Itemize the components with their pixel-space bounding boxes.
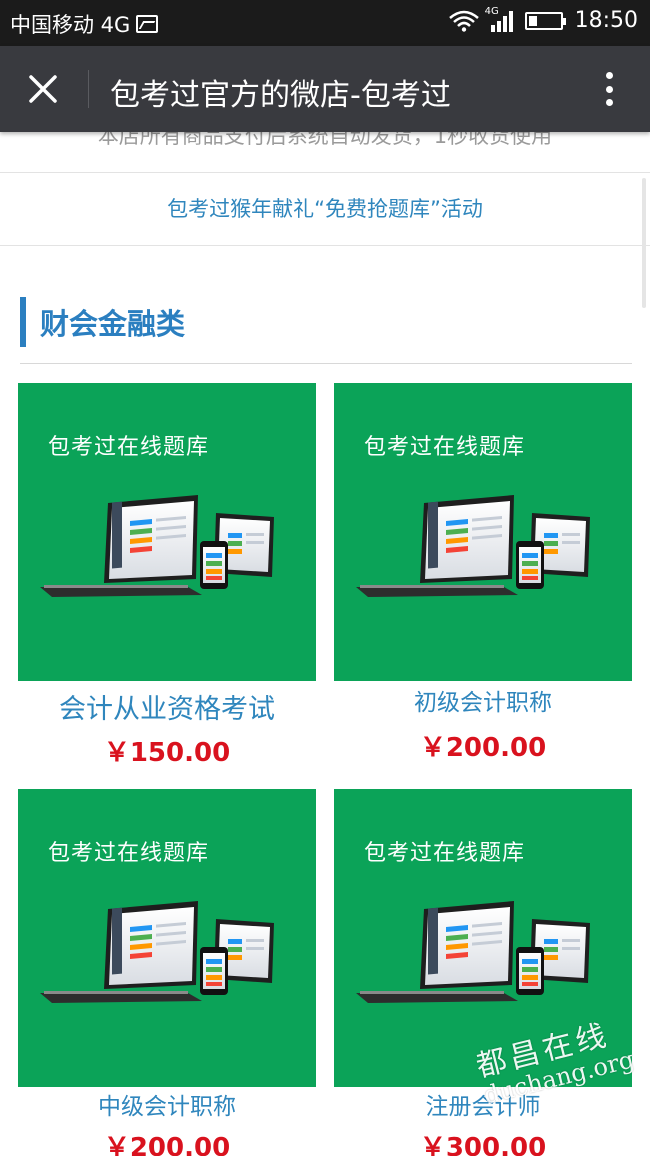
product-name[interactable]: 中级会计职称: [18, 1087, 316, 1121]
section-header: 财会金融类: [20, 297, 185, 347]
product-name[interactable]: 会计从业资格考试: [18, 687, 316, 726]
image-icon: [136, 15, 159, 33]
more-button[interactable]: [596, 68, 622, 110]
devices-icon: [40, 495, 274, 597]
product-thumbnail[interactable]: 包考过在线题库: [18, 383, 316, 681]
network-badge: 4G: [484, 5, 499, 17]
titlebar-divider: [88, 70, 89, 108]
product-price: ￥200.00: [103, 1133, 231, 1156]
battery-icon: [524, 11, 566, 30]
close-button[interactable]: [18, 66, 68, 112]
thumbnail-title: 包考过在线题库: [364, 841, 526, 866]
clock: 18:50: [574, 8, 638, 33]
devices-icon: [356, 495, 590, 597]
thumbnail-title: 包考过在线题库: [364, 435, 526, 460]
devices-icon: [40, 901, 274, 1003]
status-bar: 中国移动 4G 4G 18:50: [0, 0, 650, 46]
page-title: 包考过官方的微店-包考过: [110, 78, 451, 113]
thumbnail-title: 包考过在线题库: [48, 841, 210, 866]
product-price: ￥150.00: [103, 738, 231, 768]
carrier-label: 中国移动 4G: [10, 13, 131, 37]
thumbnail-title: 包考过在线题库: [48, 435, 210, 460]
product-name[interactable]: 初级会计职称: [334, 683, 632, 717]
scrollbar[interactable]: [642, 178, 646, 308]
product-price: ￥200.00: [419, 733, 547, 763]
devices-icon: [356, 901, 590, 1003]
section-title: 财会金融类: [40, 307, 186, 341]
close-icon: [29, 75, 57, 103]
product-price: ￥300.00: [419, 1133, 547, 1156]
product-card[interactable]: 包考过在线题库 初级会计职称 ￥200.00: [334, 383, 632, 764]
product-thumbnail[interactable]: 包考过在线题库: [18, 789, 316, 1087]
signal-icon: 4G: [485, 6, 513, 32]
section-divider: [20, 363, 632, 364]
divider: [0, 245, 650, 246]
product-thumbnail[interactable]: 包考过在线题库: [334, 383, 632, 681]
promo-link[interactable]: 包考过猴年献礼“免费抢题库”活动: [0, 193, 650, 223]
title-bar: 包考过官方的微店-包考过: [0, 46, 650, 132]
wifi-icon: [448, 10, 479, 32]
product-card[interactable]: 包考过在线题库 会计从业资格考试 ￥150.00: [18, 383, 316, 769]
section-accent-bar: [20, 297, 26, 347]
divider: [0, 172, 650, 173]
more-vert-icon: [605, 72, 613, 79]
product-card[interactable]: 包考过在线题库 中级会计职称 ￥200.00: [18, 789, 316, 1156]
product-card[interactable]: 包考过在线题库 注册会计师 ￥300.00: [334, 789, 632, 1156]
